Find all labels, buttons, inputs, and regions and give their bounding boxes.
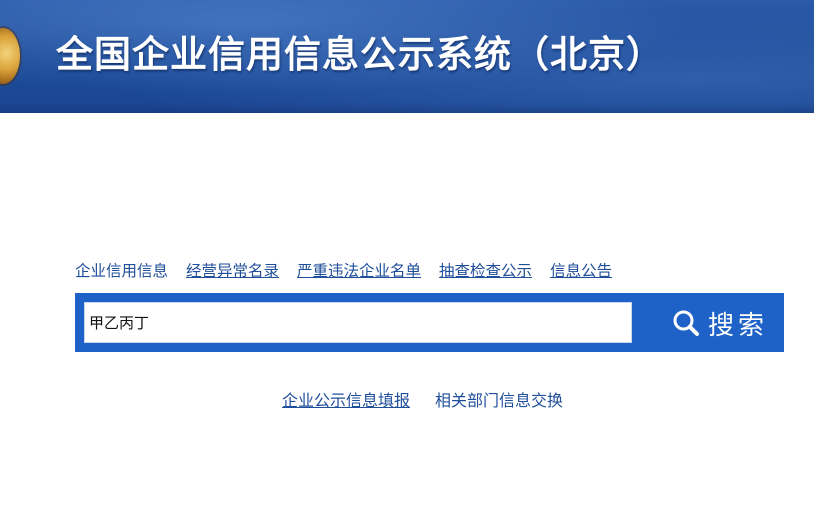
link-enterprise-info-filing[interactable]: 企业公示信息填报 bbox=[282, 387, 410, 411]
nav-item-info-announcement[interactable]: 信息公告 bbox=[550, 259, 612, 281]
nav-item-enterprise-credit-info[interactable]: 企业信用信息 bbox=[75, 259, 168, 281]
national-emblem-icon bbox=[0, 28, 20, 84]
page: 全国企业信用信息公示系统（北京） 企业信用信息 经营异常名录 严重违法企业名单 … bbox=[0, 0, 814, 511]
header-banner: 全国企业信用信息公示系统（北京） bbox=[0, 0, 814, 113]
bottom-links: 企业公示信息填报 相关部门信息交换 bbox=[282, 387, 588, 411]
category-nav: 企业信用信息 经营异常名录 严重违法企业名单 抽查检查公示 信息公告 bbox=[75, 258, 630, 282]
nav-item-abnormal-operation-list[interactable]: 经营异常名录 bbox=[186, 259, 279, 281]
search-bar: 搜索 bbox=[75, 293, 784, 352]
link-department-info-exchange[interactable]: 相关部门信息交换 bbox=[435, 387, 563, 411]
search-icon bbox=[673, 310, 699, 336]
site-title: 全国企业信用信息公示系统（北京） bbox=[56, 33, 664, 76]
nav-item-spot-check-disclosure[interactable]: 抽查检查公示 bbox=[439, 259, 532, 281]
search-button-label: 搜索 bbox=[707, 310, 768, 341]
search-button[interactable]: 搜索 bbox=[665, 303, 775, 343]
search-input[interactable] bbox=[84, 302, 632, 343]
header-stripe bbox=[0, 103, 814, 113]
nav-item-serious-violation-list[interactable]: 严重违法企业名单 bbox=[297, 259, 421, 281]
